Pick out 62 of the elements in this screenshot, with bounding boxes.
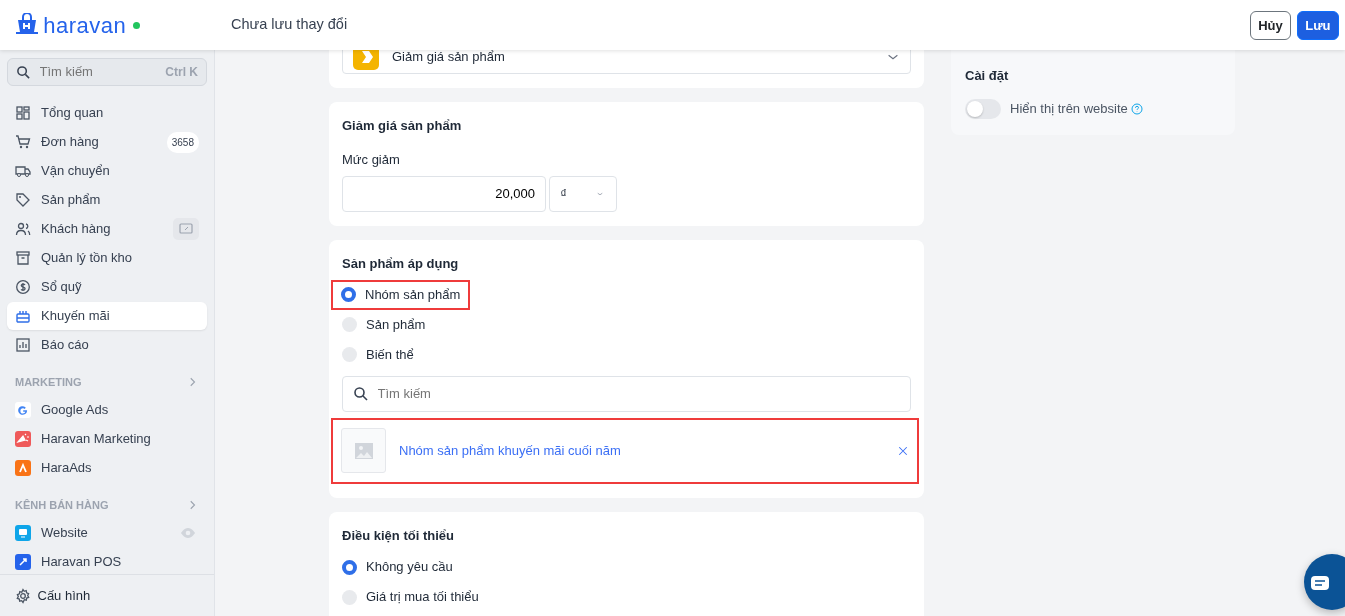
shortcut-hint: Ctrl K: [165, 64, 198, 81]
settings-nav-item[interactable]: Cấu hình: [0, 574, 214, 616]
toggle-label: Hiển thị trên website: [1010, 99, 1128, 118]
nav-item[interactable]: Tổng quan: [7, 99, 207, 127]
save-button[interactable]: Lưu: [1297, 10, 1339, 40]
nav-item[interactable]: Haravan Marketing: [7, 425, 207, 453]
shopping-bag-icon: [14, 13, 40, 37]
archive-icon: [15, 250, 31, 266]
card-title: Cài đặt: [965, 67, 1010, 85]
users-icon: [15, 221, 31, 237]
promotion-type-select[interactable]: Giảm giá sản phẩm: [342, 50, 911, 74]
close-icon: [897, 445, 909, 458]
nav-item[interactable]: Quản lý tồn kho: [7, 244, 207, 272]
radio-option[interactable]: Nhóm sản phẩm: [331, 279, 471, 310]
nav-item[interactable]: Sản phẩm: [7, 186, 207, 214]
toggle-switch[interactable]: [965, 98, 1001, 119]
chart-icon: [15, 337, 31, 353]
nav-item[interactable]: Website: [7, 519, 207, 547]
radio-option[interactable]: Không yêu cầu: [342, 552, 453, 582]
chat-button[interactable]: [1304, 554, 1345, 610]
image-icon: [354, 442, 373, 459]
nav-item[interactable]: Vận chuyển: [7, 157, 207, 185]
cart-icon: [15, 134, 31, 150]
radio-option[interactable]: Biến thể: [342, 339, 414, 370]
grid-icon: [15, 105, 31, 121]
nav-item[interactable]: Khuyến mãi: [7, 302, 207, 330]
eye-icon: [179, 525, 196, 541]
card-title: Giảm giá sản phẩm: [342, 117, 463, 135]
section-heading: KÊNH BÁN HÀNG: [15, 497, 109, 513]
amount-field[interactable]: 20,000: [342, 175, 546, 212]
card-title: Điều kiện tối thiểu: [342, 527, 455, 545]
nav-item[interactable]: Đơn hàng 3658: [7, 128, 207, 156]
website-icon: [15, 525, 31, 541]
field-label: Mức giảm: [342, 150, 401, 169]
search-icon: [353, 386, 369, 402]
search-box[interactable]: Tìm kiếm: [342, 376, 911, 412]
settings-icon: [15, 587, 31, 604]
screen-icon: [173, 218, 199, 240]
google-icon: [15, 402, 31, 418]
nav-item[interactable]: Báo cáo: [7, 331, 207, 359]
nav-item[interactable]: Haravan POS: [7, 548, 207, 574]
truck-icon: [15, 163, 31, 179]
product-group-link[interactable]: Nhóm sản phẩm khuyến mãi cuối năm: [399, 440, 621, 461]
card-title: Sản phẩm áp dụng: [342, 254, 460, 273]
nav-item[interactable]: HaraAds: [7, 454, 207, 482]
nav-item[interactable]: Khách hàng: [7, 215, 207, 243]
count-badge: 3658: [166, 131, 199, 153]
radio-option[interactable]: Sản phẩm: [342, 309, 426, 340]
nav-item[interactable]: Google Ads: [7, 396, 207, 424]
nav-item[interactable]: Sổ quỹ: [7, 273, 207, 301]
search-icon: [16, 64, 31, 80]
chat-icon: [1310, 573, 1330, 592]
logo-text: haravan: [43, 11, 127, 40]
select-value: Giảm giá sản phẩm: [392, 50, 505, 64]
unit-select[interactable]: ₫: [549, 175, 618, 212]
cancel-button[interactable]: Hủy: [1250, 10, 1291, 40]
section-heading: MARKETING: [15, 374, 82, 390]
radio-option[interactable]: Giá trị mua tối thiểu: [342, 582, 479, 612]
help-icon: [1131, 102, 1144, 115]
coin-icon: [15, 279, 31, 295]
search-field[interactable]: Tìm kiếm: [37, 61, 166, 83]
page-title: Chưa lưu thay đổi: [231, 15, 348, 35]
